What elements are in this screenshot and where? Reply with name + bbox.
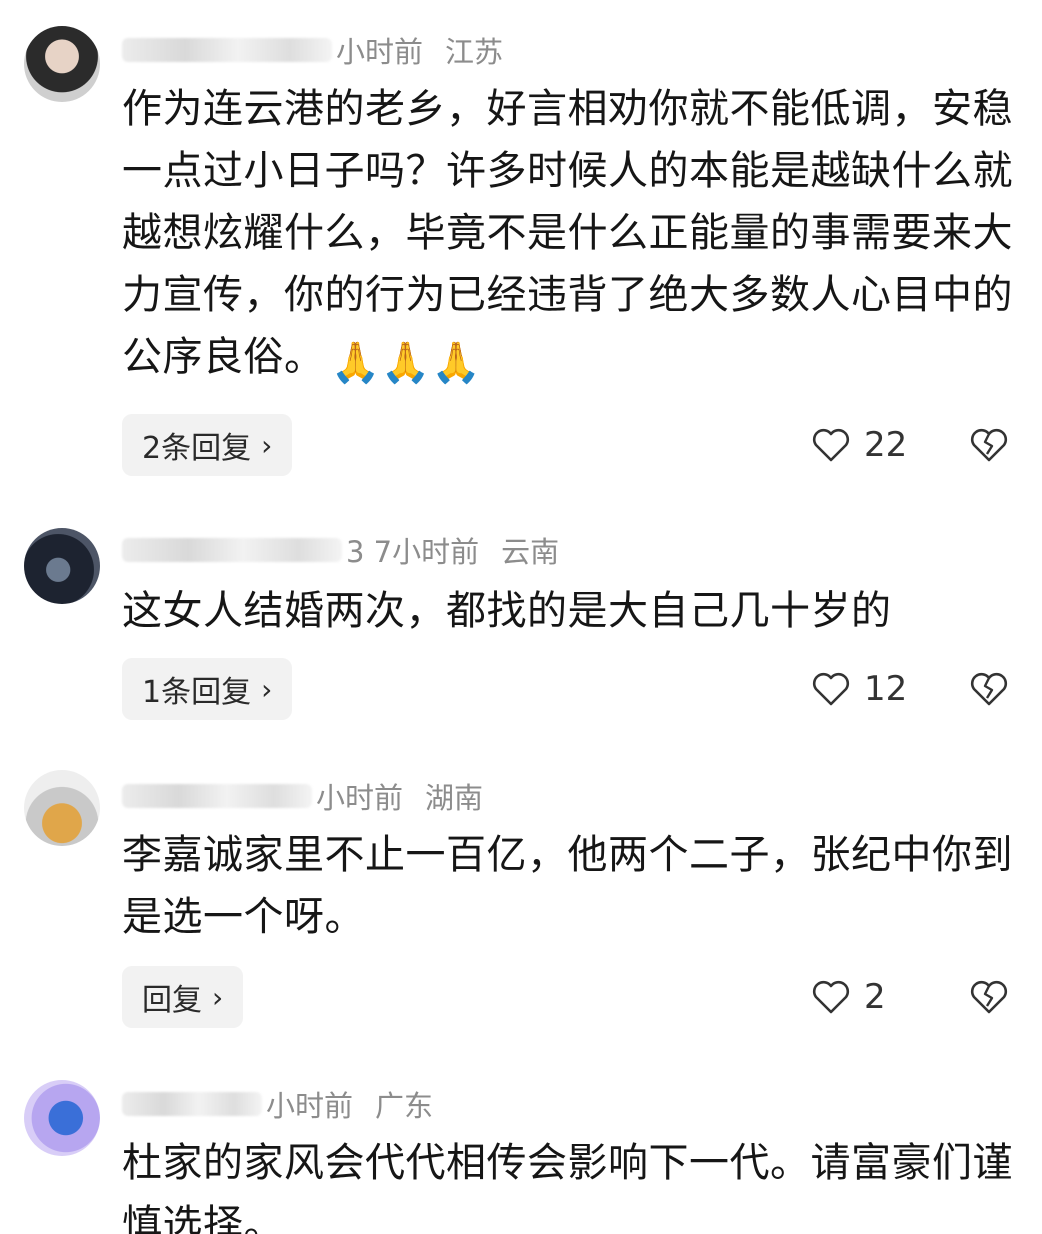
- comment-meta: 3 7小时前 云南: [122, 528, 559, 572]
- broken-heart-icon: [970, 980, 1008, 1014]
- username-blurred[interactable]: [122, 1092, 262, 1116]
- broken-heart-icon: [970, 428, 1008, 462]
- comment-time: 小时前: [266, 1089, 354, 1123]
- comment-time: 小时前: [316, 781, 404, 815]
- view-replies-button[interactable]: 2条回复 ›: [122, 414, 293, 476]
- heart-outline-icon: [812, 672, 850, 706]
- comment-text: 李嘉诚家里不止一百亿，他两个二子，张纪中你到是选一个呀。: [122, 832, 1013, 940]
- dislike-button[interactable]: [970, 414, 1008, 476]
- comment-text: 杜家的家风会代代相传会影响下一代。请富豪们谨慎选择。: [122, 1140, 1013, 1234]
- avatar[interactable]: [24, 528, 100, 604]
- heart-outline-icon: [812, 428, 850, 462]
- view-replies-button[interactable]: 回复 ›: [122, 966, 244, 1028]
- broken-heart-icon: [970, 672, 1008, 706]
- username-blurred[interactable]: [122, 538, 342, 562]
- like-count: 2: [864, 977, 886, 1017]
- avatar[interactable]: [24, 770, 100, 846]
- avatar[interactable]: [24, 26, 100, 102]
- comment-text: 这女人结婚两次，都找的是大自己几十岁的: [122, 588, 892, 634]
- dislike-button[interactable]: [970, 966, 1008, 1028]
- like-count: 22: [864, 425, 908, 465]
- heart-outline-icon: [812, 980, 850, 1014]
- reply-label: 回复: [142, 983, 202, 1018]
- comment-time: 3 7小时前: [346, 535, 480, 569]
- comment-location: 江苏: [445, 35, 504, 69]
- username-blurred[interactable]: [122, 784, 312, 808]
- comment-location: 云南: [501, 535, 560, 569]
- comment-meta: 小时前 江苏: [122, 28, 503, 72]
- comment-location: 湖南: [425, 781, 484, 815]
- chevron-right-icon: ›: [261, 672, 273, 706]
- comment-time: 小时前: [336, 35, 424, 69]
- like-button[interactable]: 22: [812, 414, 907, 476]
- comment-meta: 小时前 广东: [122, 1082, 433, 1126]
- view-replies-button[interactable]: 1条回复 ›: [122, 658, 293, 720]
- avatar[interactable]: [24, 1080, 100, 1156]
- like-count: 12: [864, 669, 908, 709]
- chevron-right-icon: ›: [261, 428, 273, 462]
- comment-text: 作为连云港的老乡，好言相劝你就不能低调，安稳一点过小日子吗？许多时候人的本能是越…: [122, 78, 1022, 394]
- folded-hands-emoji: 🙏🙏🙏: [330, 340, 482, 386]
- like-button[interactable]: 12: [812, 658, 907, 720]
- comment-location: 广东: [375, 1089, 434, 1123]
- like-button[interactable]: 2: [812, 966, 886, 1028]
- dislike-button[interactable]: [970, 658, 1008, 720]
- chevron-right-icon: ›: [212, 980, 224, 1014]
- comment-meta: 小时前 湖南: [122, 774, 483, 818]
- reply-count-label: 1条回复: [142, 675, 252, 710]
- reply-count-label: 2条回复: [142, 431, 252, 466]
- username-blurred[interactable]: [122, 38, 332, 62]
